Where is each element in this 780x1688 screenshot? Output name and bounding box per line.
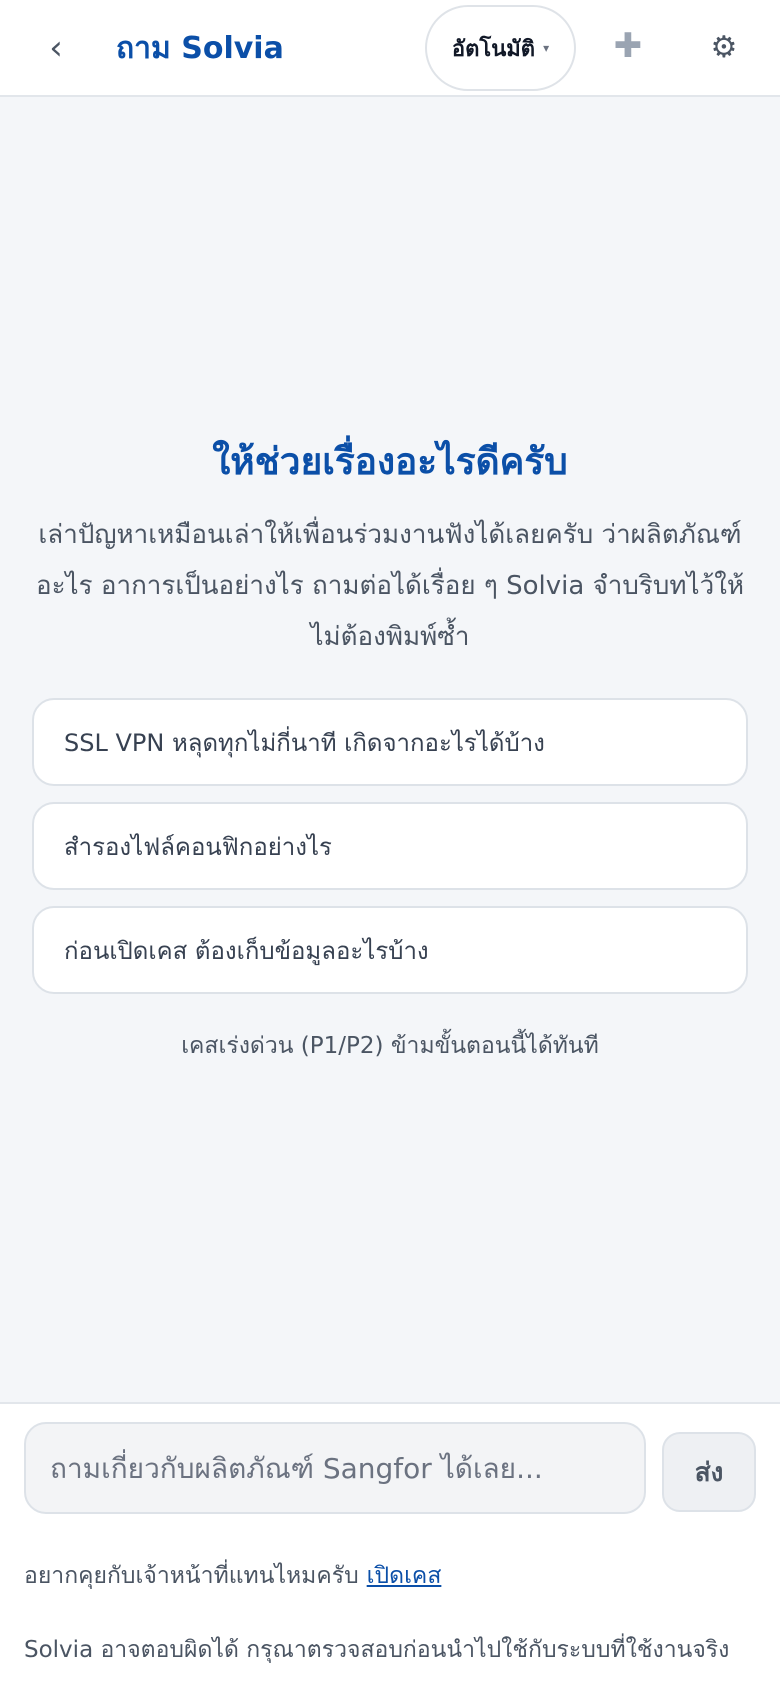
gear-icon[interactable]: ⚙	[702, 24, 746, 72]
suggestion-chip[interactable]: สำรองไฟล์คอนฟิกอย่างไร	[32, 802, 748, 890]
handoff-text: อยากคุยกับเจ้าหน้าที่แทนไหมครับ	[24, 1563, 359, 1589]
welcome-title: ให้ช่วยเรื่องอะไรดีครับ	[212, 440, 568, 483]
chevron-down-icon: ▾	[543, 41, 550, 55]
handoff-prompt: อยากคุยกับเจ้าหน้าที่แทนไหมครับ เปิดเคส	[24, 1556, 764, 1596]
mode-dropdown[interactable]: อัตโนมัติ ▾	[425, 5, 576, 91]
welcome-description: เล่าปัญหาเหมือนเล่าให้เพื่อนร่วมงานฟังได…	[35, 520, 745, 652]
back-icon[interactable]: ‹	[36, 24, 76, 72]
urgent-case-note: เคสเร่งด่วน (P1/P2) ข้ามขั้นตอนนี้ได้ทัน…	[181, 1033, 599, 1059]
suggestion-chip[interactable]: SSL VPN หลุดทุกไม่กี่นาที เกิดจากอะไรได้…	[32, 698, 748, 786]
disclaimer-text: Solvia อาจตอบผิดได้ กรุณาตรวจสอบก่อนนำไป…	[24, 1637, 730, 1663]
send-button[interactable]: ส่ง	[662, 1432, 756, 1512]
page-title: ถาม Solvia	[116, 31, 284, 66]
app-header: ‹ ถาม Solvia อัตโนมัติ ▾ ✚ ⚙	[0, 0, 780, 97]
chat-input[interactable]	[24, 1422, 646, 1514]
mode-selected-label: อัตโนมัติ	[451, 36, 536, 62]
open-case-link[interactable]: เปิดเคส	[367, 1563, 442, 1589]
new-chat-plus-icon[interactable]: ✚	[606, 22, 650, 70]
composer-panel: ส่ง อยากคุยกับเจ้าหน้าที่แทนไหมครับ เปิดเ…	[0, 1402, 780, 1688]
suggestion-chip[interactable]: ก่อนเปิดเคส ต้องเก็บข้อมูลอะไรบ้าง	[32, 906, 748, 994]
